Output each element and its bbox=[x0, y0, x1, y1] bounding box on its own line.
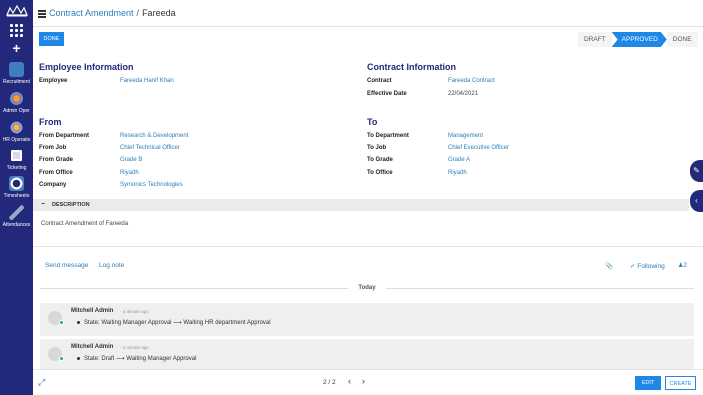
bullet-icon bbox=[77, 321, 80, 324]
from-department-label: From Department bbox=[39, 133, 90, 139]
sidebar-item-label: Timesheets bbox=[3, 193, 30, 199]
to-job-label: To Job bbox=[367, 145, 387, 151]
employee-value-link[interactable]: Fareeda Hanif Khan bbox=[120, 78, 174, 84]
stage-draft[interactable]: DRAFT bbox=[578, 32, 612, 47]
following-label: Following bbox=[637, 263, 665, 270]
to-office-value[interactable]: Riyadh bbox=[448, 170, 467, 176]
today-separator: Today bbox=[358, 285, 376, 291]
bullet-icon bbox=[77, 357, 80, 360]
date-divider-right bbox=[386, 288, 694, 289]
pager-previous-icon[interactable]: ‹ bbox=[348, 376, 351, 386]
following-button[interactable]: ✓ Following bbox=[630, 262, 665, 270]
breadcrumb: Contract Amendment / Fareeda bbox=[49, 8, 176, 18]
chevron-left-icon[interactable]: ‹ bbox=[690, 190, 703, 212]
app-logo-icon[interactable] bbox=[6, 5, 28, 17]
check-icon: ✓ bbox=[630, 263, 636, 270]
to-department-value[interactable]: Management bbox=[448, 133, 483, 139]
attendances-icon bbox=[9, 205, 24, 220]
online-status-icon bbox=[59, 356, 64, 361]
from-department-value[interactable]: Research & Development bbox=[120, 133, 188, 139]
company-label: Company bbox=[39, 182, 67, 188]
chatter-message: Mitchell Admin - a minute ago State: Dra… bbox=[40, 339, 694, 369]
from-grade-value[interactable]: Grade B bbox=[120, 157, 142, 163]
app-sidebar: + Recruitment Admin Oper HR Operatio Tic… bbox=[0, 0, 33, 395]
from-grade-label: From Grade bbox=[39, 157, 74, 163]
from-job-value[interactable]: Chief Technical Officer bbox=[120, 145, 180, 151]
to-department-label: To Department bbox=[367, 133, 409, 139]
sidebar-item-label: Recruitment bbox=[3, 79, 30, 85]
status-bar: DRAFT APPROVED DONE bbox=[578, 32, 698, 47]
message-time: - a minute ago bbox=[120, 345, 149, 350]
breadcrumb-current: Fareeda bbox=[142, 8, 176, 18]
send-message-button[interactable]: Send message bbox=[45, 262, 88, 269]
apps-menu-icon[interactable] bbox=[10, 24, 23, 37]
company-value[interactable]: Symonics Technologies bbox=[120, 182, 183, 188]
sidebar-item-label: HR Operatio bbox=[2, 137, 31, 143]
contract-label: Contract bbox=[367, 78, 392, 84]
from-office-value[interactable]: Riyadh bbox=[120, 170, 139, 176]
menu-toggle-icon[interactable] bbox=[38, 10, 46, 19]
breadcrumb-separator: / bbox=[136, 8, 140, 18]
sidebar-item-label: Admin Oper bbox=[3, 108, 30, 114]
tracking-change: State: Draft ⟶ Waiting Manager Approval bbox=[84, 356, 197, 362]
sidebar-item-hr-operations[interactable]: HR Operatio bbox=[0, 120, 33, 144]
description-text: Contract Amendment of Fareeda bbox=[41, 221, 129, 227]
new-item-icon[interactable]: + bbox=[0, 41, 33, 55]
to-job-value[interactable]: Chief Executive Officer bbox=[448, 145, 509, 151]
from-section-title: From bbox=[39, 117, 62, 127]
chat-bubble-icon[interactable]: ✎ bbox=[690, 160, 703, 182]
online-status-icon bbox=[59, 320, 64, 325]
chatter-message: Mitchell Admin - a minute ago State: Wai… bbox=[40, 303, 694, 336]
to-grade-value[interactable]: Grade A bbox=[448, 157, 470, 163]
timesheets-icon bbox=[9, 176, 24, 191]
message-time: - a minute ago bbox=[120, 309, 149, 314]
collapse-icon[interactable]: − bbox=[41, 201, 45, 208]
admin-operations-icon bbox=[9, 91, 24, 106]
pager-value: 2 / 2 bbox=[323, 379, 336, 386]
sidebar-item-ticketing[interactable]: Ticketing bbox=[0, 148, 33, 172]
sidebar-item-attendances[interactable]: Attendances bbox=[0, 205, 33, 229]
message-author[interactable]: Mitchell Admin bbox=[71, 344, 113, 350]
effective-date-label: Effective Date bbox=[367, 91, 407, 97]
breadcrumb-parent-link[interactable]: Contract Amendment bbox=[49, 8, 134, 18]
bottom-toolbar: ⤢ 2 / 2 ‹ › EDIT CREATE bbox=[33, 369, 703, 395]
tracking-change: State: Waiting Manager Approval ⟶ Waitin… bbox=[84, 320, 271, 326]
sidebar-item-label: Ticketing bbox=[6, 165, 27, 171]
from-job-label: From Job bbox=[39, 145, 67, 151]
breadcrumb-bar: Contract Amendment / Fareeda bbox=[33, 0, 703, 27]
sidebar-item-timesheets[interactable]: Timesheets bbox=[0, 176, 33, 200]
log-note-button[interactable]: Log note bbox=[99, 262, 124, 269]
to-office-label: To Office bbox=[367, 170, 393, 176]
employee-label: Employee bbox=[39, 78, 68, 84]
hr-operations-icon bbox=[9, 120, 24, 135]
contract-info-title: Contract Information bbox=[367, 62, 456, 72]
stage-done[interactable]: DONE bbox=[666, 32, 698, 47]
followers-count: 2 bbox=[683, 262, 688, 269]
effective-date-value: 22/04/2021 bbox=[448, 91, 479, 97]
edit-button[interactable]: EDIT bbox=[635, 376, 661, 390]
attachment-icon[interactable]: 📎 bbox=[605, 262, 613, 270]
stage-approved[interactable]: APPROVED bbox=[612, 32, 667, 47]
description-header-label: DESCRIPTION bbox=[52, 202, 90, 208]
pager-next-icon[interactable]: › bbox=[362, 376, 365, 386]
sidebar-item-label: Attendances bbox=[2, 222, 31, 228]
employee-info-title: Employee Information bbox=[39, 62, 134, 72]
description-section-header[interactable]: − DESCRIPTION bbox=[33, 199, 689, 211]
to-grade-label: To Grade bbox=[367, 157, 393, 163]
done-button[interactable]: DONE bbox=[39, 32, 64, 46]
contract-value-link[interactable]: Fareeda Contract bbox=[448, 78, 495, 84]
followers-button[interactable]: ♟2 bbox=[678, 262, 687, 269]
to-section-title: To bbox=[367, 117, 378, 127]
date-divider-left bbox=[40, 288, 348, 289]
sheet-divider bbox=[33, 246, 703, 247]
from-office-label: From Office bbox=[39, 170, 73, 176]
expand-icon[interactable]: ⤢ bbox=[38, 377, 45, 388]
ticketing-icon bbox=[9, 148, 24, 163]
message-author[interactable]: Mitchell Admin bbox=[71, 308, 113, 314]
recruitment-icon bbox=[9, 62, 24, 77]
sidebar-item-recruitment[interactable]: Recruitment bbox=[0, 62, 33, 86]
sidebar-item-admin-operations[interactable]: Admin Oper bbox=[0, 91, 33, 115]
create-button[interactable]: CREATE bbox=[665, 376, 696, 390]
